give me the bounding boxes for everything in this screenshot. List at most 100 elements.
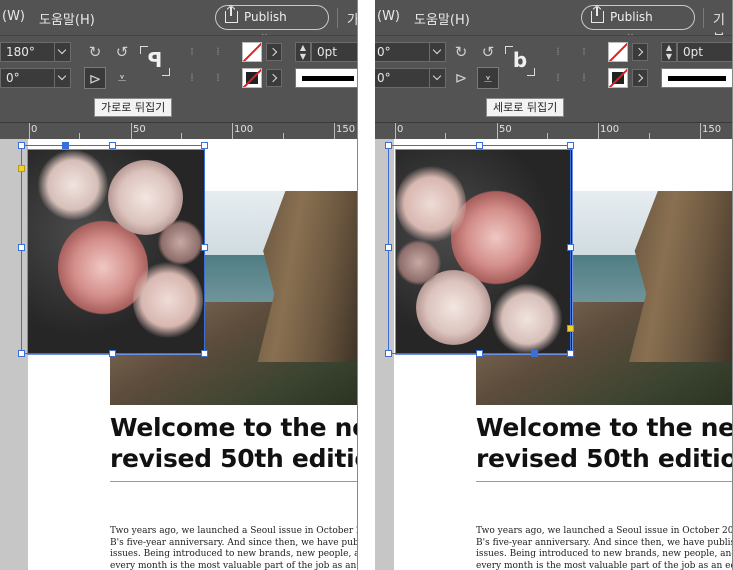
divider-rule [110, 481, 358, 482]
body-line: every month is the most valuable part of… [110, 560, 358, 570]
stroke-weight-stepper[interactable]: ▲ ▼ [661, 42, 677, 62]
stroke-weight-stepper[interactable]: ▲ ▼ [295, 42, 311, 62]
body-line: Two years ago, we launched a Seoul issue… [476, 526, 733, 536]
menu-separator [337, 8, 338, 28]
article-headline[interactable]: Welcome to the newly revised 50th editio… [110, 412, 358, 474]
menu-window[interactable]: (W) [2, 9, 25, 24]
chevron-right-icon[interactable] [266, 69, 282, 87]
horizontal-ruler[interactable]: 0 50 100 150 [0, 122, 358, 139]
rotate-ccw-icon[interactable]: ↺ [111, 41, 133, 63]
selection-handle[interactable] [62, 142, 69, 149]
flip-tooltip: 세로로 뒤집기 [486, 98, 565, 117]
frame-anchor-handle[interactable] [18, 165, 25, 172]
selection-handle[interactable] [567, 244, 574, 251]
flip-vertical-icon[interactable]: ⩡ [111, 67, 133, 89]
align-center-icon[interactable]: ⁞ [181, 67, 203, 89]
chevron-down-icon[interactable] [54, 43, 70, 61]
reference-point-icon[interactable]: ꟼ [140, 46, 170, 76]
chevron-down-icon[interactable] [54, 69, 70, 87]
body-line: B's five-year anniversary. And since the… [476, 537, 733, 548]
rotate-ccw-icon[interactable]: ↺ [477, 41, 499, 63]
flip-horizontal-icon[interactable]: ⊳ [84, 67, 106, 89]
selection-handle[interactable] [18, 142, 25, 149]
selection-handle[interactable] [109, 142, 116, 149]
article-headline[interactable]: Welcome to the newly revised 50th editio… [476, 412, 733, 474]
frame-anchor-handle[interactable] [567, 325, 574, 332]
distribute-icon[interactable]: ⁞ [207, 41, 229, 63]
distribute-icon[interactable]: ⁞ [207, 67, 229, 89]
distribute-icon[interactable]: ⁞ [573, 67, 595, 89]
selection-handle[interactable] [385, 142, 392, 149]
selection-handle[interactable] [201, 244, 208, 251]
reference-point-icon[interactable]: b [505, 46, 535, 76]
menu-window[interactable]: (W) [377, 9, 400, 24]
rotation-angle-field[interactable]: 0° [375, 42, 446, 62]
stroke-swatch-icon[interactable] [608, 68, 628, 88]
control-panel: 0° 0° ↻ ↺ ⊳ ⩡ b ⁞ ⁞ ⁞ ⁞ ▲ ▼ 0pt [375, 35, 733, 93]
menu-bar: (W) 도움말(H) Publish Online 기본 [375, 0, 733, 47]
menu-help[interactable]: 도움말(H) [414, 9, 470, 28]
swatch-none-icon[interactable] [242, 42, 262, 62]
selection-handle[interactable] [476, 350, 483, 357]
rotation-angle-value: 0° [377, 45, 391, 59]
ruler-label: 100 [600, 124, 620, 135]
selection-handle[interactable] [18, 244, 25, 251]
stroke-swatch-icon[interactable] [242, 68, 262, 88]
flip-horizontal-icon[interactable]: ⊳ [450, 67, 472, 89]
selection-handle[interactable] [385, 350, 392, 357]
pasteboard: Welcome to the newly revised 50th editio… [375, 139, 733, 570]
chevron-down-icon[interactable] [429, 69, 445, 87]
horizontal-ruler[interactable]: 0 50 100 150 [375, 122, 733, 139]
shear-angle-value: 0° [377, 71, 391, 85]
control-panel: 180° 0° ↻ ↺ ⊳ ⩡ ꟼ ⁞ ⁞ ⁞ ⁞ ▲ ▼ 0pt [0, 35, 358, 93]
shear-angle-field[interactable]: 0° [375, 68, 446, 88]
publish-online-button[interactable]: Publish Online [215, 5, 329, 47]
rotate-cw-icon[interactable]: ↻ [450, 41, 472, 63]
selection-handle[interactable] [18, 350, 25, 357]
body-line: issues. Being introduced to new brands, … [476, 549, 733, 559]
rotation-angle-value: 180° [6, 45, 35, 59]
publish-online-button[interactable]: Publish Online [581, 5, 695, 47]
chevron-down-icon[interactable] [429, 43, 445, 61]
chevron-right-icon[interactable] [632, 43, 648, 61]
headline-line: Welcome to the newly [110, 413, 358, 442]
selection-handle[interactable] [201, 350, 208, 357]
body-line: B's five-year anniversary. And since the… [110, 537, 358, 548]
swatch-none-icon[interactable] [608, 42, 628, 62]
selection-handle[interactable] [385, 244, 392, 251]
selection-handle[interactable] [201, 142, 208, 149]
chevron-right-icon[interactable] [266, 43, 282, 61]
menu-help[interactable]: 도움말(H) [39, 9, 95, 28]
headline-line: revised 50th edition of [476, 444, 733, 473]
rotation-angle-field[interactable]: 180° [0, 42, 71, 62]
selection-handle[interactable] [476, 142, 483, 149]
stroke-weight-field[interactable]: 0pt [311, 42, 358, 62]
article-body[interactable]: Two years ago, we launched a Seoul issue… [110, 526, 358, 570]
ruler-label: 0 [397, 124, 404, 135]
selection-handle[interactable] [109, 350, 116, 357]
headline-line: revised 50th edition of [110, 444, 358, 473]
shear-angle-field[interactable]: 0° [0, 68, 71, 88]
selection-handle[interactable] [567, 142, 574, 149]
flip-vertical-icon[interactable]: ⩡ [477, 67, 499, 89]
align-top-icon[interactable]: ⁞ [547, 41, 569, 63]
align-top-icon[interactable]: ⁞ [181, 41, 203, 63]
distribute-icon[interactable]: ⁞ [573, 41, 595, 63]
selection-bounds[interactable] [21, 145, 205, 354]
selection-bounds[interactable] [388, 145, 571, 354]
rotate-cw-icon[interactable]: ↻ [84, 41, 106, 63]
stroke-type-selector[interactable] [661, 68, 733, 88]
stroke-weight-field[interactable]: 0pt [677, 42, 733, 62]
flip-state-glyph: ꟼ [147, 48, 163, 72]
body-line: Two years ago, we launched a Seoul issue… [110, 526, 358, 536]
flip-state-glyph: b [512, 48, 528, 72]
chevron-right-icon[interactable] [632, 69, 648, 87]
selection-handle[interactable] [531, 350, 538, 357]
selection-handle[interactable] [567, 350, 574, 357]
headline-line: Welcome to the newly [476, 413, 733, 442]
stroke-type-selector[interactable] [295, 68, 358, 88]
right-pane: (W) 도움말(H) Publish Online 기본 0° 0° ↻ ↺ ⊳… [375, 0, 733, 570]
upload-icon [591, 7, 604, 23]
align-center-icon[interactable]: ⁞ [547, 67, 569, 89]
article-body[interactable]: Two years ago, we launched a Seoul issue… [476, 526, 733, 570]
